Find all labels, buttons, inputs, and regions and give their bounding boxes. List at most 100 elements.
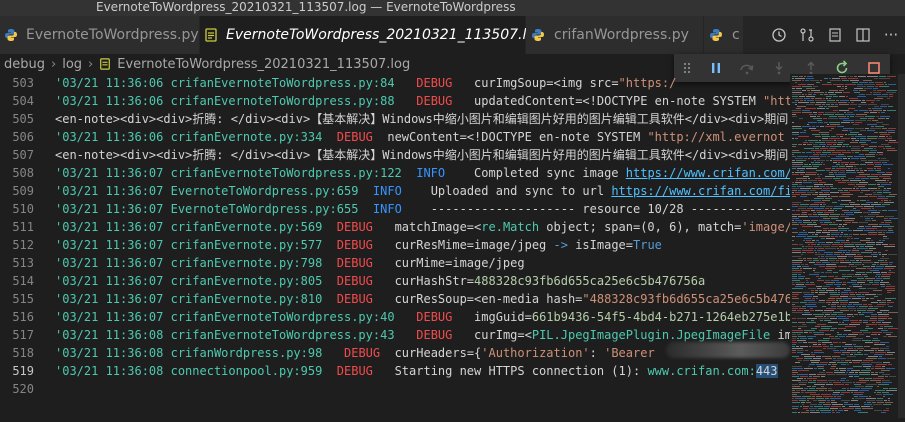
minimap-mark [824,320,831,321]
minimap-mark [821,394,831,395]
token: INFO [372,202,402,216]
minimap-mark [812,134,820,135]
code-line[interactable]: 515'03/21 11:36:07 crifanEvernote.py:810… [0,290,792,308]
code-line[interactable]: 507 <en-note><div><div>折腾: </div><div>【基本… [0,146,795,164]
token[interactable]: https://www.crifan.com/ [626,166,792,180]
minimap-mark [817,324,826,325]
minimap-mark [805,246,813,247]
minimap-mark [875,366,881,367]
minimap-mark [805,140,807,141]
minimap-mark [840,248,843,249]
minimap-mark [845,84,856,85]
minimap-mark [871,218,873,219]
minimap-mark [847,356,856,357]
minimap-mark [829,138,840,139]
minimap-mark [885,298,896,299]
minimap-mark [820,362,828,363]
code-line[interactable]: 520 [0,380,790,398]
code-line[interactable]: 513'03/21 11:36:07 crifanEvernote.py:798… [0,254,790,272]
minimap-mark [800,196,807,197]
line-number: 512 [12,238,34,252]
minimap-mark [823,370,825,371]
minimap-mark [849,372,854,373]
minimap-mark [825,334,831,335]
minimap-mark [813,112,817,113]
minimap-mark [819,266,825,267]
code-line[interactable]: 503'03/21 11:36:06 crifanEvernoteToWordp… [0,74,790,92]
minimap-mark [792,310,796,311]
minimap-mark [864,170,867,171]
code-line[interactable]: 514'03/21 11:36:07 crifanEvernote.py:805… [0,272,790,290]
split-editor-icon[interactable] [849,21,877,49]
minimap-mark [799,232,807,233]
minimap-mark [866,336,870,337]
minimap-mark [844,190,848,191]
breadcrumb-item-debug[interactable]: debug [4,57,45,72]
minimap-mark [886,148,895,149]
minimap-mark [851,136,854,137]
minimap-mark [795,138,798,139]
minimap-mark [874,392,876,393]
breadcrumb-item-log[interactable]: log [62,57,82,72]
minimap-mark [844,246,855,247]
minimap-mark [878,358,886,359]
code-line[interactable]: 512'03/21 11:36:07 crifanEvernote.py:577… [0,236,790,254]
more-actions-icon[interactable]: ··· [877,21,905,49]
code-line[interactable]: 506'03/21 11:36:06 crifanEvernote.py:334… [0,128,790,146]
minimap-mark [838,162,840,163]
breadcrumb-item-file[interactable]: EvernoteToWordpress_20210321_113507.log [117,57,410,72]
minimap-mark [863,266,870,267]
token[interactable]: https://www.crifan.com/fi [611,184,792,198]
minimap-mark [818,318,829,319]
minimap-mark [792,156,796,157]
minimap-mark [857,138,859,139]
minimap-mark [830,214,840,215]
code-line[interactable]: 511'03/21 11:36:07 crifanEvernote.py:569… [0,218,792,236]
open-preview-icon[interactable] [821,21,849,49]
minimap-mark [818,368,824,369]
minimap-mark [841,138,850,139]
minimap-mark [814,184,823,185]
minimap-mark [817,160,825,161]
minimap-mark [851,122,854,123]
code-line[interactable]: 516'03/21 11:36:07 crifanEvernoteToWordp… [0,308,792,326]
minimap-mark [825,198,832,199]
minimap-mark [883,232,885,233]
code-line[interactable]: 508'03/21 11:36:07 crifanEvernoteToWordp… [0,164,792,182]
vertical-scrollbar[interactable] [898,74,905,418]
minimap-mark [798,136,809,137]
code-line[interactable]: 519'03/21 11:36:08 connectionpool.py:959… [0,362,790,380]
minimap-mark [874,410,882,411]
code-line[interactable]: 510'03/21 11:36:07 EvernoteToWordpress.p… [0,200,792,218]
minimap-mark [862,340,871,341]
timeline-icon[interactable] [765,21,793,49]
minimap-mark [863,262,873,263]
compare-changes-icon[interactable] [793,21,821,49]
minimap-mark [812,346,822,347]
minimap-mark [856,170,859,171]
code-line[interactable]: 504'03/21 11:36:06 crifanEvernoteToWordp… [0,92,792,110]
minimap-mark [883,148,885,149]
minimap-mark [823,396,833,397]
minimap-mark [879,240,881,241]
minimap-mark [820,174,822,175]
tab-log-file[interactable]: EvernoteToWordpress_20210321_113507.log … [200,16,564,54]
tab-crifanwordpress-py[interactable]: crifanWordpress.py [526,16,704,54]
tab-evernotetowordpress-py[interactable]: EvernoteToWordpress.py ⚲ [0,16,217,54]
minimap-mark [816,102,826,103]
minimap[interactable] [790,74,900,418]
minimap-mark [843,120,854,121]
tab-c[interactable]: c [704,16,744,54]
minimap-mark [884,246,895,247]
code-line[interactable]: 509'03/21 11:36:07 EvernoteToWordpress.p… [0,182,792,200]
code-line[interactable]: 505 <en-note><div><div>折腾: </div><div>【基本… [0,110,795,128]
editor-text-area[interactable]: 503'03/21 11:36:06 crifanEvernoteToWordp… [0,74,905,418]
minimap-mark [847,76,849,77]
minimap-mark [860,170,863,171]
minimap-mark [881,412,886,413]
minimap-mark [836,298,842,299]
minimap-mark [795,158,803,159]
minimap-mark [825,390,827,391]
minimap-mark [854,354,863,355]
